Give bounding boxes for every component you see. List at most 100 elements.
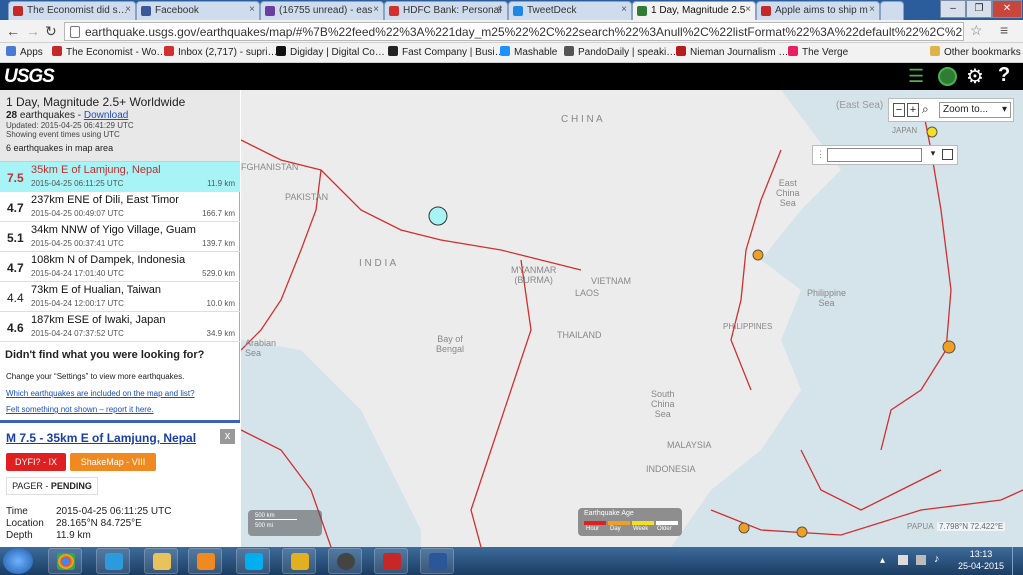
close-tab-icon[interactable]: ×	[249, 4, 255, 15]
new-tab-button[interactable]	[880, 1, 904, 20]
apps-icon	[6, 46, 16, 56]
search-widget: ⋮⋮ ▾	[812, 145, 958, 165]
minimize-button[interactable]: –	[940, 0, 966, 18]
start-button[interactable]	[3, 548, 33, 574]
legend-swatch-hour	[584, 521, 606, 525]
bookmark-digiday[interactable]: Digiday | Digital Co…	[276, 46, 385, 58]
shakemap-button[interactable]: ShakeMap - VIII	[70, 453, 156, 471]
close-tab-icon[interactable]: ×	[373, 4, 379, 15]
tab-usgs[interactable]: 1 Day, Magnitude 2.5 ×	[632, 1, 756, 20]
list-item[interactable]: 4.6 187km ESE of Iwaki, Japan 2015-04-24 0…	[0, 312, 240, 342]
location-label: Location	[6, 518, 44, 529]
earthquake-marker-iwaki[interactable]	[926, 126, 938, 138]
volume-icon[interactable]: ♪	[934, 553, 940, 565]
tab-economist[interactable]: The Economist did s… ×	[8, 1, 136, 20]
close-detail-button[interactable]: x	[220, 429, 235, 444]
forward-icon[interactable]: →	[26, 23, 40, 39]
globe-icon[interactable]	[938, 67, 957, 86]
magnifier-icon[interactable]: ⌕	[922, 102, 929, 117]
show-desktop-button[interactable]	[1012, 547, 1023, 575]
zoom-in-button[interactable]: +	[907, 103, 919, 117]
time-value: 2015-04-25 06:11:25 UTC	[56, 506, 172, 517]
close-tab-icon[interactable]: ×	[745, 4, 751, 15]
tab-facebook[interactable]: Facebook ×	[136, 1, 260, 20]
gmail-icon	[164, 46, 174, 56]
taskbar-media[interactable]	[188, 548, 222, 574]
close-tab-icon[interactable]: ×	[621, 4, 627, 15]
bookmark-pandodaily[interactable]: PandoDaily | speaki…	[564, 46, 676, 58]
close-tab-icon[interactable]: ×	[125, 4, 131, 15]
search-input[interactable]	[827, 148, 922, 162]
map-label-malaysia: MALAYSIA	[667, 440, 712, 450]
back-icon[interactable]: ←	[6, 23, 20, 39]
url-input[interactable]: earthquake.usgs.gov/earthquakes/map/#%7B…	[64, 22, 964, 41]
tab-tweetdeck[interactable]: TweetDeck ×	[508, 1, 632, 20]
star-icon[interactable]: ☆	[970, 22, 983, 39]
tray-expand-icon[interactable]: ▴	[880, 555, 885, 566]
bookmark-verge[interactable]: The Verge	[788, 46, 848, 58]
zoom-to-select[interactable]: Zoom to... ▾	[939, 102, 1011, 118]
zoom-out-button[interactable]: −	[893, 103, 905, 117]
network-icon[interactable]	[916, 555, 926, 565]
list-item[interactable]: 7.5 35km E of Lamjung, Nepal 2015-04-25 06…	[0, 162, 240, 192]
map-label-papua: PAPUA	[907, 522, 934, 531]
settings-icon[interactable]: ⚙	[966, 64, 984, 89]
close-window-button[interactable]: ✕	[992, 0, 1022, 18]
close-tab-icon[interactable]: ×	[497, 4, 503, 15]
earthquake-marker-nepal[interactable]	[428, 206, 448, 226]
download-link[interactable]: Download	[84, 110, 128, 121]
tab-yahoo-mail[interactable]: (16755 unread) - eas ×	[260, 1, 384, 20]
map-label-east-sea: (East Sea)	[836, 100, 884, 111]
taskbar-chrome[interactable]	[48, 548, 82, 574]
earthquake-marker-guam[interactable]	[942, 340, 956, 354]
depth-value: 11.9 km	[56, 530, 91, 541]
which-earthquakes-link[interactable]: Which earthquakes are included on the ma…	[6, 389, 195, 398]
taskbar-word[interactable]	[420, 548, 454, 574]
clock-date[interactable]: 25-04-2015	[955, 561, 1007, 571]
close-tab-icon[interactable]: ×	[869, 4, 875, 15]
earthquake-marker-dampek[interactable]	[738, 522, 750, 534]
usgs-logo[interactable]: USGS	[4, 66, 55, 88]
earthquake-marker-taiwan[interactable]	[752, 249, 764, 261]
bookmark-fastcompany[interactable]: Fast Company | Busi…	[388, 46, 505, 58]
list-item[interactable]: 4.4 73km E of Hualian, Taiwan 2015-04-24 1…	[0, 282, 240, 312]
map[interactable]: (East Sea) JAPAN C H I N A AFGHANISTAN P…	[241, 90, 1023, 547]
clock-time[interactable]: 13:13	[955, 549, 1007, 559]
taskbar-explorer[interactable]	[144, 548, 178, 574]
list-icon[interactable]: ☰	[908, 66, 930, 87]
tab-hdfc[interactable]: HDFC Bank: Personal ×	[384, 1, 508, 20]
maximize-widget-icon[interactable]	[942, 149, 953, 160]
search-dropdown-icon[interactable]: ▾	[927, 148, 939, 162]
list-item[interactable]: 5.1 34km NNW of Yigo Village, Guam 2015-04…	[0, 222, 240, 252]
taskbar-acrobat[interactable]	[374, 548, 408, 574]
earthquake-marker-timor[interactable]	[796, 526, 808, 538]
pager-button[interactable]: PAGER - PENDING	[6, 477, 98, 495]
age-legend: Earthquake Age Hour Day Week Older	[578, 508, 682, 536]
list-item[interactable]: 4.7 108km N of Dampek, Indonesia 2015-04-2…	[0, 252, 240, 282]
bookmark-nieman[interactable]: Nieman Journalism …	[676, 46, 788, 58]
map-label-laos: LAOS	[575, 288, 600, 298]
bookmark-inbox[interactable]: Inbox (2,717) - supri…	[164, 46, 278, 58]
reload-icon[interactable]: ↻	[45, 23, 57, 40]
menu-icon[interactable]: ≡	[1000, 22, 1008, 38]
map-label-east-china-sea: East China Sea	[776, 178, 800, 208]
maximize-button[interactable]: ❐	[966, 0, 992, 18]
bookmark-economist[interactable]: The Economist - Wo…	[52, 46, 166, 58]
detail-title[interactable]: M 7.5 - 35km E of Lamjung, Nepal	[6, 431, 196, 445]
bookmark-apps[interactable]: Apps	[6, 46, 43, 58]
bookmark-other[interactable]: Other bookmarks	[930, 46, 1021, 58]
list-item[interactable]: 4.7 237km ENE of Dili, East Timor 2015-04-…	[0, 192, 240, 222]
tab-apple[interactable]: Apple aims to ship m ×	[756, 1, 880, 20]
taskbar-security[interactable]	[282, 548, 316, 574]
map-label-afghanistan: AFGHANISTAN	[241, 162, 299, 172]
taskbar-skype[interactable]	[236, 548, 270, 574]
flag-icon[interactable]	[898, 555, 908, 565]
browser-tab-bar: The Economist did s… × Facebook × (16755 u…	[0, 0, 1023, 20]
taskbar-ie[interactable]	[96, 548, 130, 574]
bookmark-mashable[interactable]: Mashable	[500, 46, 557, 58]
map-label-vietnam: VIETNAM	[591, 276, 632, 286]
dyfi-button[interactable]: DYFI? - IX	[6, 453, 66, 471]
taskbar-camera[interactable]	[328, 548, 362, 574]
help-icon[interactable]: ?	[998, 64, 1010, 87]
felt-report-link[interactable]: Felt something not shown – report it her…	[6, 405, 154, 414]
